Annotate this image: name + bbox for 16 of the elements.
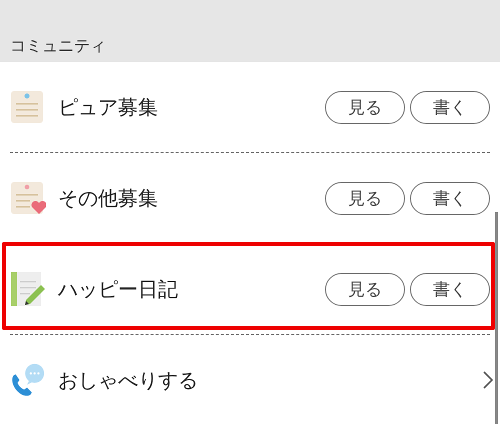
write-button[interactable]: 書く (410, 182, 490, 214)
menu-item-label[interactable]: その他募集 (58, 184, 325, 212)
write-button[interactable]: 書く (410, 90, 490, 124)
phone-chat-icon (10, 362, 46, 398)
menu-item-label[interactable]: おしゃべりする (58, 366, 482, 394)
memo-icon (10, 89, 46, 125)
chevron-right-icon (482, 370, 494, 390)
menu-item-label[interactable]: ピュア募集 (58, 94, 325, 120)
write-button[interactable]: 書く (410, 272, 490, 306)
view-button[interactable]: 見る (325, 272, 405, 306)
view-button[interactable]: 見る (325, 90, 405, 124)
notebook-pencil-icon (10, 271, 46, 307)
view-button[interactable]: 見る (325, 182, 405, 214)
menu-item-label[interactable]: ハッピー日記 (58, 276, 325, 302)
section-title: コミュニティ (10, 36, 106, 57)
scrollbar[interactable] (495, 212, 498, 424)
